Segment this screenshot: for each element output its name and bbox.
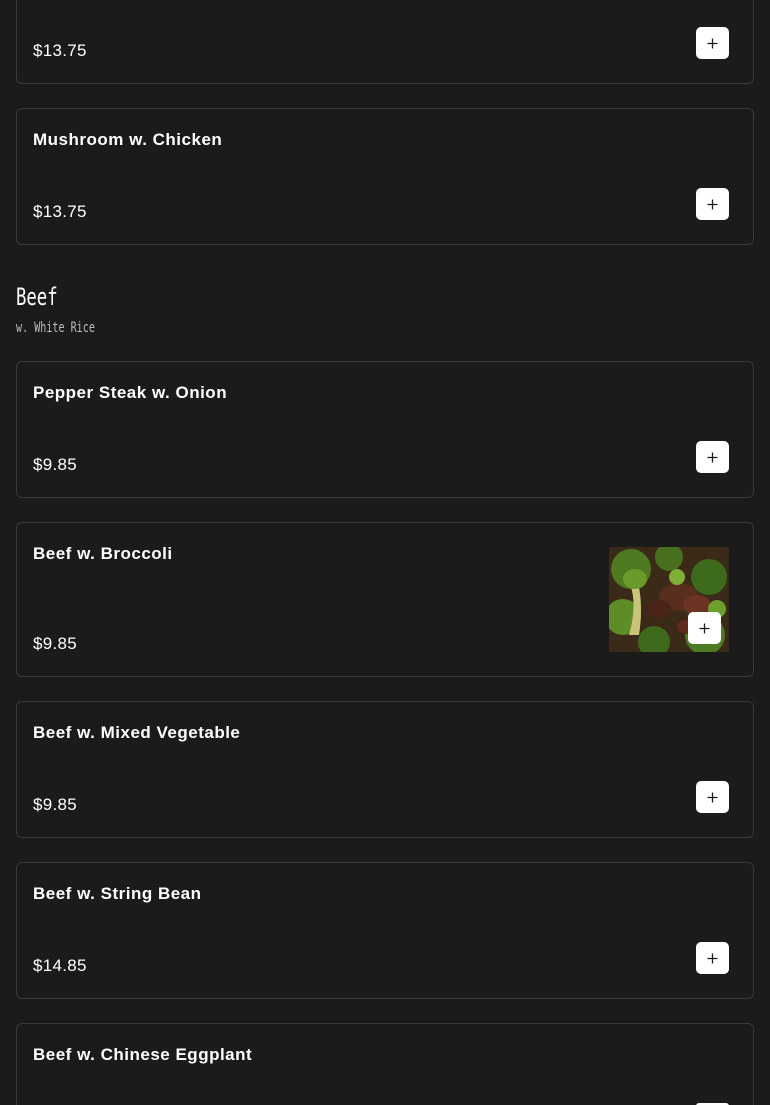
- add-to-cart-button[interactable]: [688, 612, 721, 644]
- item-name: Mushroom w. Chicken: [33, 130, 223, 149]
- item-price: $13.75: [33, 41, 87, 60]
- plus-icon: [707, 953, 718, 963]
- add-to-cart-button[interactable]: [696, 27, 729, 59]
- item-name: Pepper Steak w. Onion: [33, 383, 228, 402]
- item-name: Beef w. String Bean: [33, 884, 202, 903]
- menu-item-card[interactable]: Mushroom w. Chicken $13.75: [16, 108, 754, 245]
- menu-item-card[interactable]: Beef w. String Bean $14.85: [16, 862, 754, 999]
- add-to-cart-button[interactable]: [696, 942, 729, 974]
- menu-item-card[interactable]: Beef w. Mixed Vegetable $9.85: [16, 701, 754, 838]
- add-to-cart-button[interactable]: [696, 781, 729, 813]
- menu-item-card[interactable]: $13.75: [16, 0, 754, 84]
- item-name: Beef w. Broccoli: [33, 544, 173, 563]
- add-to-cart-button[interactable]: [696, 441, 729, 473]
- plus-icon: [707, 452, 718, 462]
- item-price: $9.85: [33, 795, 78, 814]
- item-price: $9.85: [33, 634, 78, 653]
- section-subtitle: w. White Rice: [16, 320, 95, 336]
- item-price: $14.85: [33, 956, 87, 975]
- menu-item-card[interactable]: Beef w. Broccoli $9.85: [16, 522, 754, 677]
- item-name: Beef w. Mixed Vegetable: [33, 723, 241, 742]
- menu-item-card[interactable]: Beef w. Chinese Eggplant: [16, 1023, 754, 1105]
- item-name: Beef w. Chinese Eggplant: [33, 1045, 253, 1064]
- section-title: Beef: [16, 283, 58, 311]
- add-to-cart-button[interactable]: [696, 188, 729, 220]
- plus-icon: [707, 38, 718, 48]
- plus-icon: [707, 792, 718, 802]
- plus-icon: [707, 199, 718, 209]
- item-price: $13.75: [33, 202, 87, 221]
- menu-item-card[interactable]: Pepper Steak w. Onion $9.85: [16, 361, 754, 498]
- item-price: $9.85: [33, 455, 78, 474]
- plus-icon: [699, 623, 710, 633]
